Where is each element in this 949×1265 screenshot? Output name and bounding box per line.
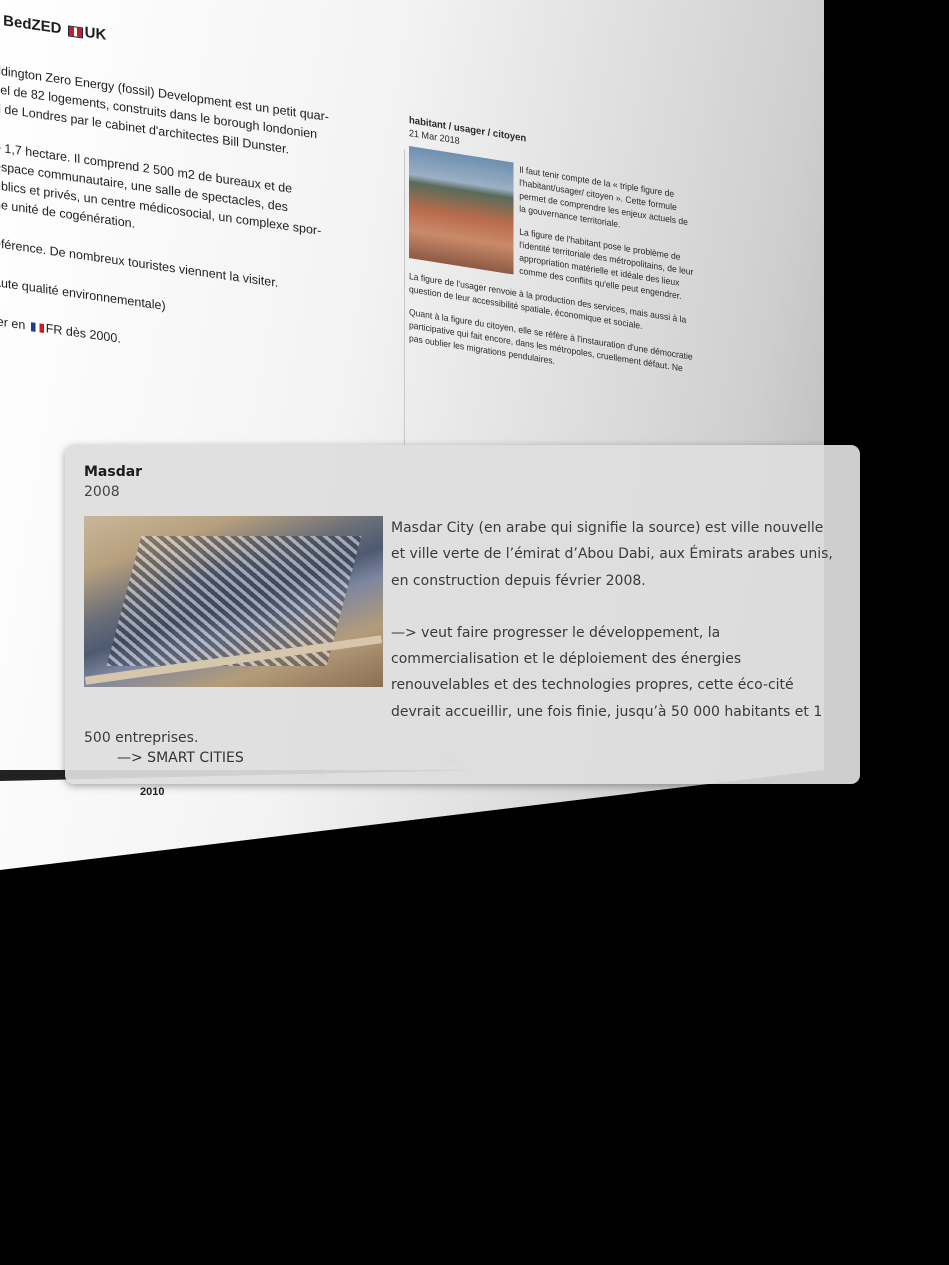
bedzed-line: ier en: [0, 314, 26, 333]
masdar-event-card[interactable]: Masdar 2008 Masdar City (en arabe qui si…: [65, 445, 860, 784]
grenoble-city-photo: [409, 146, 514, 275]
bedzed-heading: : BedZED: [0, 11, 62, 38]
uk-flag-icon: [67, 24, 83, 38]
timeline-label: 2010: [140, 786, 165, 798]
bedzed-article: : BedZED UK ddington Zero Energy (fossil…: [0, 10, 329, 398]
card-year: 2008: [84, 484, 120, 500]
column-divider: [404, 149, 405, 451]
france-flag-icon: [30, 322, 44, 334]
bedzed-line: FR dès 2000.: [45, 321, 121, 346]
card-description: Masdar City (en arabe qui signifie la so…: [84, 515, 840, 751]
card-title: Masdar: [84, 464, 143, 480]
smart-cities-link[interactable]: —> SMART CITIES: [117, 750, 244, 766]
bedzed-line: aute qualité environnementale): [0, 275, 166, 314]
citizen-article: habitant / usager / citoyen 21 Mar 2018 …: [409, 115, 694, 400]
bedzed-country: UK: [84, 23, 107, 44]
